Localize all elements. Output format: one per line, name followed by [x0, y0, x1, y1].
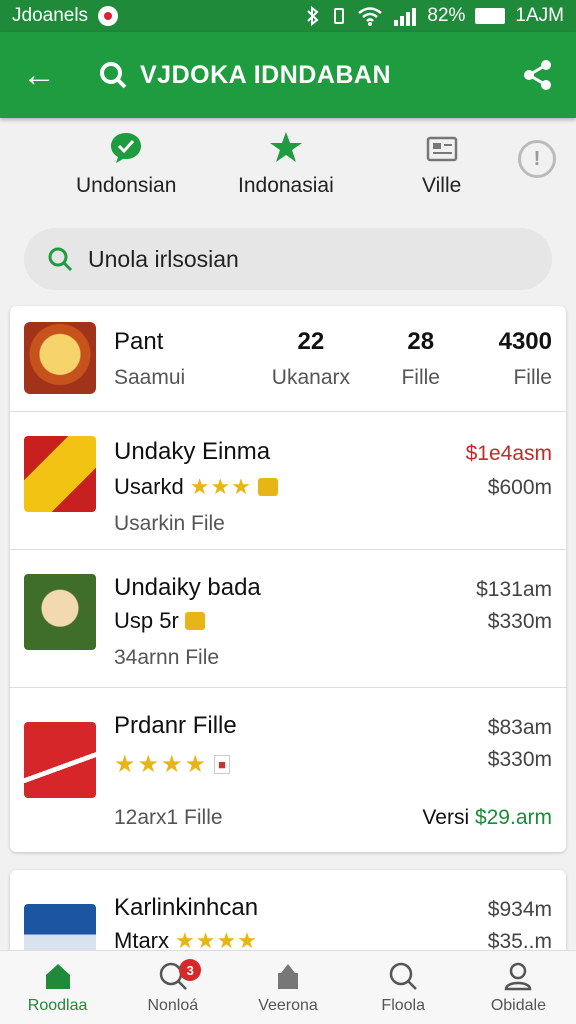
summary-row[interactable]: Pant Saamui 22 Ukanarx 28 Fille 4300 Fil… — [10, 306, 566, 412]
summary-c1-label: Ukanarx — [271, 366, 350, 389]
category-indonasiai[interactable]: Indonasiai — [238, 130, 334, 198]
wifi-icon — [358, 7, 383, 26]
item-file: Usarkin File — [114, 512, 225, 535]
page-title: VJDOKA IDNDABAN — [140, 60, 392, 89]
versi-label: Versi — [422, 806, 470, 829]
versi-price: $29.arm — [474, 806, 552, 829]
star-icon — [269, 132, 302, 162]
item-thumbnail — [24, 436, 96, 512]
bluetooth-icon — [307, 6, 319, 26]
vibrate-icon — [334, 8, 345, 24]
item-sub-label: Usarkd — [114, 474, 184, 499]
item-price-1: $1e4asm — [465, 442, 552, 465]
summary-name-col: Pant Saamui — [114, 328, 185, 390]
app-bar: ← VJDOKA IDNDABAN — [0, 32, 576, 118]
item-name: Prdanr Fille — [114, 712, 237, 739]
list-item[interactable]: Prdanr Fille ★★★★ ■ 12arx1 Fille $83am $… — [10, 688, 566, 852]
summary-c3-label: Fille — [513, 366, 552, 389]
status-time: 1AJM — [515, 5, 564, 26]
list-item[interactable]: Karlinkinhcan Mtarx ★★★★ $934m $35..m — [10, 870, 566, 960]
nav-label: Veerona — [258, 997, 318, 1014]
nav-notifications[interactable]: 3 Nonloá — [115, 951, 230, 1024]
nav-label: Floola — [381, 997, 425, 1014]
category-label: Undonsian — [76, 174, 177, 197]
notification-badge: 3 — [179, 959, 202, 981]
rating-stars-icon: ★★★★ — [114, 751, 209, 778]
rating-badge-icon: ■ — [214, 755, 230, 774]
battery-percent: 82% — [427, 5, 466, 26]
list-item[interactable]: Undaiky bada Usp 5r 34arnn File $131am $… — [10, 550, 566, 688]
search-icon — [48, 247, 73, 272]
summary-col-3: 4300 Fille — [499, 328, 552, 390]
category-undonsian[interactable]: Undonsian — [76, 130, 176, 198]
store-icon — [278, 964, 298, 989]
item-name: Undaiky bada — [114, 574, 261, 601]
summary-col-1: 22 Ukanarx — [272, 328, 350, 390]
item-sub-label: Usp 5r — [114, 608, 179, 633]
search-icon — [389, 962, 418, 990]
item-price-2: $330m — [487, 610, 552, 633]
category-bar: Undonsian Indonasiai Ville ! — [0, 130, 576, 214]
status-left-text: Jdoanels — [12, 5, 89, 26]
results-card-2: Karlinkinhcan Mtarx ★★★★ $934m $35..m — [10, 870, 566, 960]
item-versi: Versi $29.arm — [422, 806, 552, 830]
category-ville[interactable]: Ville — [422, 130, 461, 198]
list-item[interactable]: Undaky Einma Usarkd ★★★ Usarkin File $1e… — [10, 412, 566, 550]
item-sub: ★★★★ ■ — [114, 750, 230, 779]
nav-label: Nonloá — [147, 997, 199, 1014]
search-icon[interactable] — [98, 60, 128, 90]
nav-label: Obidale — [490, 997, 546, 1014]
item-sub: Usarkd ★★★ — [114, 474, 278, 500]
item-name: Undaky Einma — [114, 438, 271, 465]
back-arrow-icon[interactable]: ← — [22, 58, 62, 92]
item-price-2: $600m — [487, 476, 552, 499]
summary-name: Pant — [114, 328, 164, 355]
search-value: Unola irlsosian — [88, 245, 239, 272]
category-label: Indonasiai — [238, 174, 334, 197]
status-bar: Jdoanels 82% 1AJM — [0, 0, 576, 32]
profile-icon — [505, 962, 532, 991]
bottom-nav: Roodlaa 3 Nonloá Veerona Floola Obidale — [0, 950, 576, 1024]
summary-thumbnail — [24, 322, 96, 394]
item-price-1: $83am — [487, 716, 552, 739]
summary-c2-value: 28 — [407, 328, 435, 355]
signal-icon — [394, 8, 417, 26]
document-icon — [426, 136, 457, 162]
rating-stars-icon: ★★★ — [189, 474, 252, 499]
summary-col-2: 28 Fille — [401, 328, 440, 390]
summary-c3-value: 4300 — [498, 328, 552, 355]
chat-bubble-icon — [111, 133, 142, 163]
item-thumbnail — [24, 574, 96, 650]
nav-search[interactable]: Floola — [346, 951, 461, 1024]
home-icon — [45, 964, 70, 989]
summary-c1-value: 22 — [297, 328, 325, 355]
item-price-1: $934m — [487, 898, 552, 921]
item-file: 34arnn File — [114, 646, 220, 669]
award-icon — [257, 478, 278, 496]
share-icon[interactable] — [522, 59, 554, 91]
help-icon: ! — [533, 147, 541, 170]
category-label: Ville — [422, 174, 462, 197]
item-price-1: $131am — [476, 578, 552, 601]
results-card: Pant Saamui 22 Ukanarx 28 Fille 4300 Fil… — [10, 306, 566, 852]
item-price-2: $330m — [487, 748, 552, 771]
item-file: 12arx1 Fille — [114, 806, 223, 829]
nav-home[interactable]: Roodlaa — [0, 951, 115, 1024]
item-name: Karlinkinhcan — [114, 894, 259, 921]
item-thumbnail — [24, 722, 96, 798]
notification-dot-icon — [98, 6, 119, 26]
summary-name-sub: Saamui — [114, 366, 186, 389]
nav-profile[interactable]: Obidale — [461, 951, 576, 1024]
award-icon — [184, 612, 205, 630]
battery-icon — [475, 8, 506, 24]
nav-store[interactable]: Veerona — [230, 951, 345, 1024]
search-input[interactable]: Unola irlsosian — [24, 228, 552, 290]
help-button[interactable]: ! — [518, 140, 556, 178]
item-sub: Usp 5r — [114, 608, 205, 634]
summary-c2-label: Fille — [401, 366, 440, 389]
nav-label: Roodlaa — [27, 997, 88, 1014]
